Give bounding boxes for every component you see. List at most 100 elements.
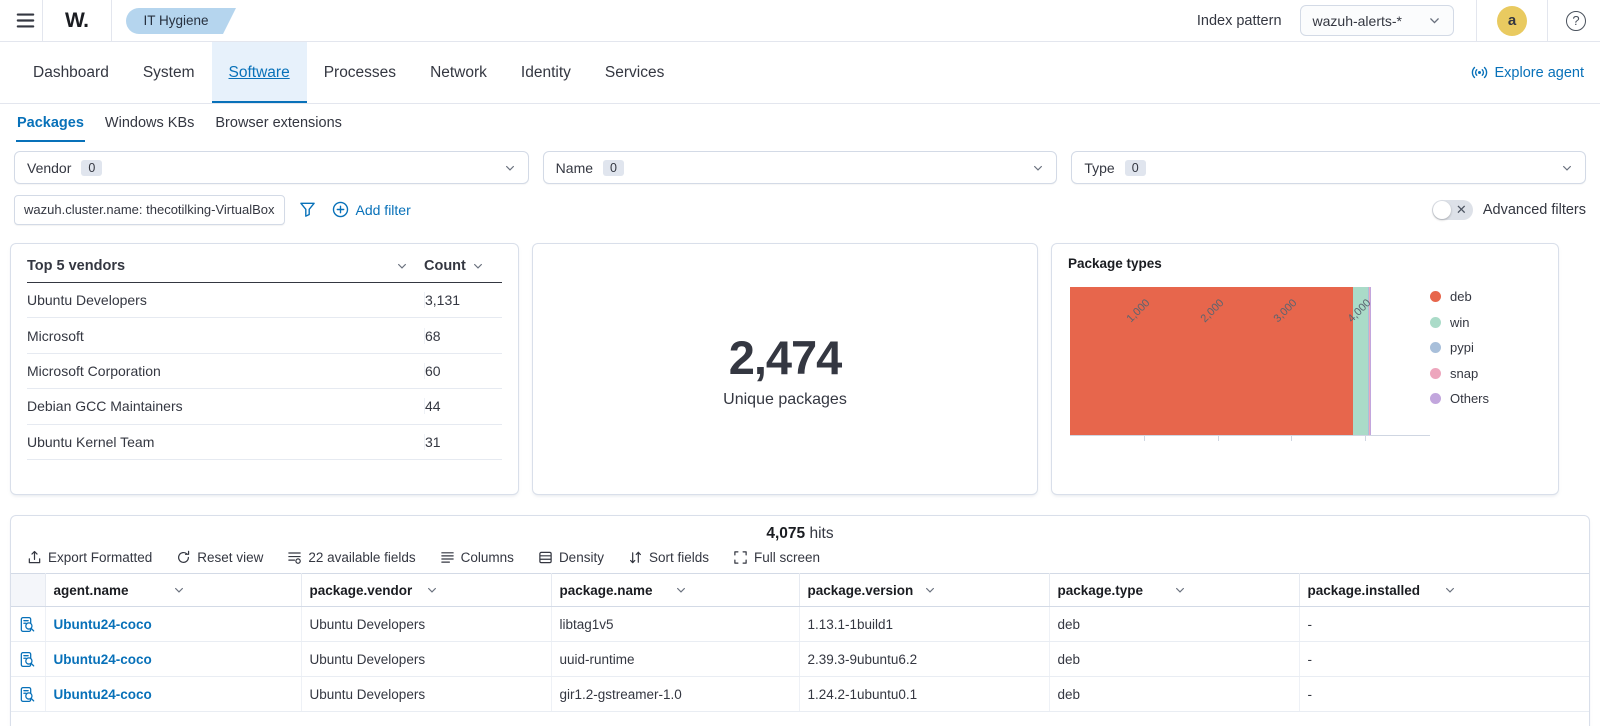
tab-system[interactable]: System [126,42,212,103]
vendor-row: Microsoft Corporation 60 [27,354,502,390]
sort-icon [628,550,643,565]
vendor-row: Ubuntu Developers 3,131 [27,283,502,319]
vendor-name: Microsoft [27,327,84,344]
column-header-package-vendor[interactable]: package.vendor [301,573,552,607]
column-header-agent-name[interactable]: agent.name [45,573,302,607]
index-pattern-value: wazuh-alerts-* [1312,12,1402,29]
explore-agent-link[interactable]: Explore agent [1471,42,1584,103]
column-header-package-version[interactable]: package.version [799,573,1050,607]
legend-dot [1430,291,1441,302]
chevron-down-icon [426,584,543,596]
full-screen-button[interactable]: Full screen [733,550,820,565]
close-icon: ✕ [1455,201,1467,217]
sub-nav: Packages Windows KBs Browser extensions [0,104,1600,142]
tab-software[interactable]: Software [211,42,307,103]
control-column-header [11,573,46,607]
expand-row-icon[interactable] [11,641,46,677]
breadcrumb-label: IT Hygiene [125,7,223,34]
column-header-package-type[interactable]: package.type [1049,573,1300,607]
legend-dot [1430,367,1441,379]
logo-text: W. [65,8,89,32]
package-types-chart: 1,000 2,000 3,000 4,000 [1070,287,1430,441]
tab-processes[interactable]: Processes [307,42,413,103]
plus-circle-icon [332,201,349,218]
cluster-filter-pill[interactable]: wazuh.cluster.name: thecotilking-Virtual… [14,194,285,225]
axis-tick [1365,436,1367,441]
agent-name-link[interactable]: Ubuntu24-coco [45,641,302,677]
legend-dot [1430,316,1441,328]
filter-selects: Vendor 0 Name 0 Type 0 [0,151,1600,184]
chevron-down-icon [1561,162,1573,174]
signal-icon [1471,64,1488,81]
legend-item-snap[interactable]: snap [1430,366,1489,381]
cell-package-vendor: Ubuntu Developers [301,641,552,677]
cell-package-type: deb [1049,641,1300,677]
chevron-down-icon [924,584,1041,596]
vendor-name: Ubuntu Kernel Team [27,433,155,450]
cell-package-installed: - [1299,606,1589,642]
cell-package-version: 1.24.2-1ubuntu0.1 [799,676,1050,712]
add-filter-button[interactable]: Add filter [332,201,411,218]
chevron-down-icon [173,584,293,596]
unique-packages-panel: 2,474 Unique packages [532,243,1038,495]
sort-fields-button[interactable]: Sort fields [628,550,709,565]
agent-name-link[interactable]: Ubuntu24-coco [45,606,302,642]
vendor-count: 31 [424,433,502,450]
unique-packages-value: 2,474 [728,330,843,384]
column-header-package-name[interactable]: package.name [551,573,800,607]
help-icon[interactable]: ? [1566,10,1586,31]
breadcrumb[interactable]: IT Hygiene [125,7,236,34]
agent-name-link[interactable]: Ubuntu24-coco [45,676,302,712]
columns-icon [440,550,455,565]
vendor-name: Debian GCC Maintainers [27,398,183,415]
package-types-title: Package types [1068,256,1162,271]
density-button[interactable]: Density [538,550,604,565]
legend-item-others[interactable]: Others [1430,391,1489,406]
name-filter-select[interactable]: Name 0 [542,151,1058,184]
vendor-filter-select[interactable]: Vendor 0 [14,151,529,184]
cell-package-name: libtag1v5 [551,606,800,642]
column-header-package-installed[interactable]: package.installed [1299,573,1589,607]
axis-tick [1217,436,1219,441]
table-row: Ubuntu24-coco Ubuntu Developers libtag1v5 1… [11,606,1589,642]
hits-value: 4,075 [766,525,806,542]
tab-network[interactable]: Network [413,42,504,103]
density-icon [538,550,553,565]
reset-view-button[interactable]: Reset view [176,550,263,565]
expand-row-icon[interactable] [11,676,46,712]
subtab-browser-extensions[interactable]: Browser extensions [214,104,343,142]
add-filter-label: Add filter [355,201,411,218]
filter-funnel-icon[interactable] [299,201,316,218]
sort-chevron-icon[interactable] [396,260,408,272]
columns-button[interactable]: Columns [440,550,514,565]
subtab-windows-kbs[interactable]: Windows KBs [104,104,195,142]
tab-dashboard[interactable]: Dashboard [16,42,126,103]
export-formatted-button[interactable]: Export Formatted [27,550,152,565]
wazuh-logo[interactable]: W. [42,0,112,42]
subtab-packages[interactable]: Packages [16,104,85,142]
avatar[interactable]: a [1497,5,1527,36]
top-vendors-panel: Top 5 vendors Count Ubuntu Developers 3,1… [10,243,519,495]
vendor-count: 68 [424,327,502,344]
index-pattern-select[interactable]: wazuh-alerts-* [1299,5,1454,36]
grid-toolbar: Export Formatted Reset view 22 available f… [11,543,1589,573]
22-available-fields-button[interactable]: 22 available fields [287,550,416,565]
vendor-count: 3,131 [424,292,502,309]
tab-identity[interactable]: Identity [504,42,588,103]
legend-item-deb[interactable]: deb [1430,289,1489,304]
vendor-row: Debian GCC Maintainers 44 [27,389,502,425]
legend-item-win[interactable]: win [1430,315,1489,330]
chevron-down-icon [1032,162,1044,174]
menu-icon[interactable] [8,4,42,38]
sort-chevron-icon[interactable] [472,260,484,272]
type-filter-select[interactable]: Type 0 [1071,151,1587,184]
chart-legend: deb win pypi snap Others [1430,287,1489,435]
expand-row-icon[interactable] [11,606,46,642]
package-types-panel: Package types 1,000 2,000 3,000 4,000 deb wi… [1051,243,1559,495]
cell-package-installed: - [1299,676,1589,712]
cell-package-name: gir1.2-gstreamer-1.0 [551,676,800,712]
legend-item-pypi[interactable]: pypi [1430,340,1489,355]
advanced-filters-toggle[interactable]: ✕ [1431,199,1473,220]
tab-services[interactable]: Services [588,42,681,103]
vendor-row: Ubuntu Kernel Team 31 [27,425,502,460]
